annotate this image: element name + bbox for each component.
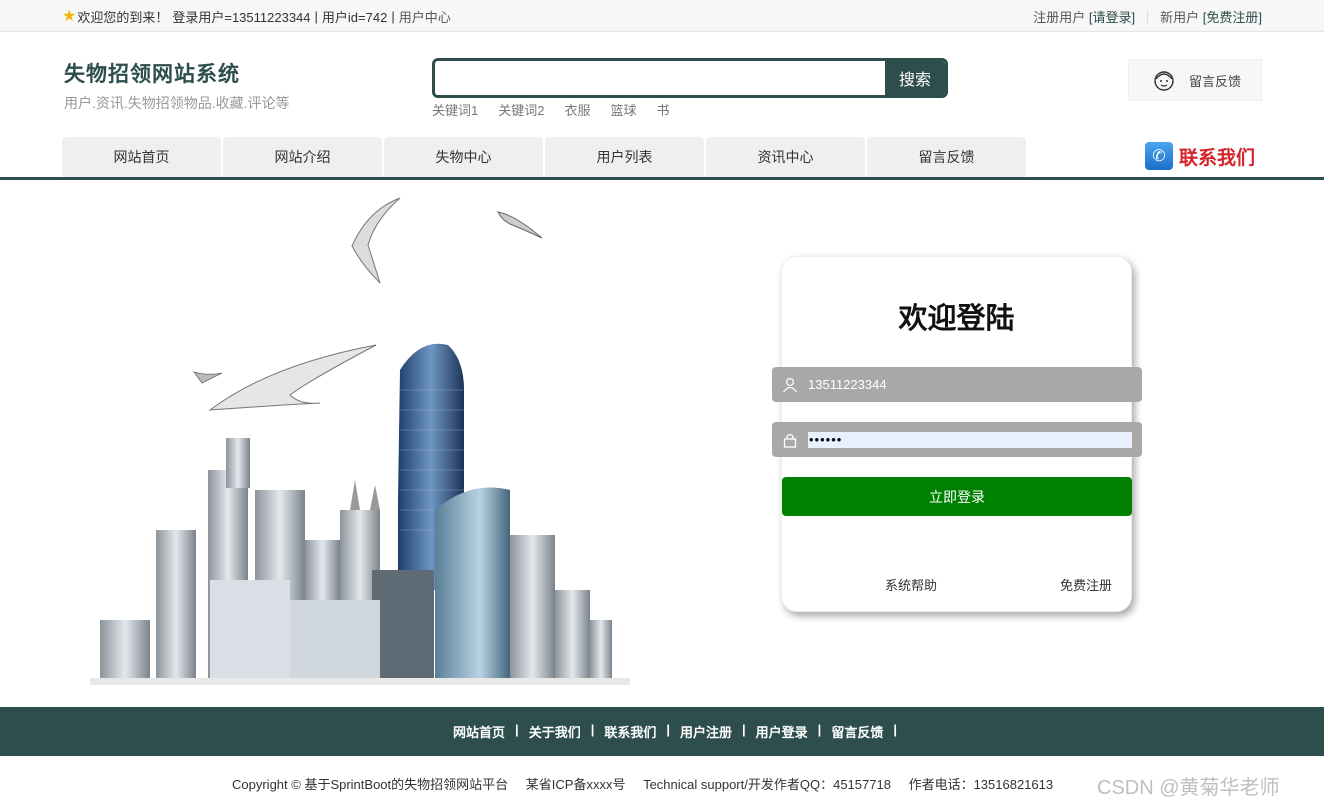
nav-item-about[interactable]: 网站介绍 bbox=[223, 137, 382, 177]
user-id-text: 用户id=742 bbox=[321, 10, 388, 25]
icp-text: 某省ICP备xxxx号 bbox=[525, 777, 626, 792]
user-icon bbox=[772, 377, 808, 393]
register-user-label: 注册用户 bbox=[1033, 10, 1086, 25]
username-field[interactable]: 13511223344 bbox=[772, 367, 1142, 402]
contact-us-label: 联系我们 bbox=[1179, 147, 1256, 169]
keyword-link[interactable]: 衣服 bbox=[564, 100, 590, 119]
separator: | bbox=[742, 722, 746, 737]
register-link[interactable]: 免费注册 bbox=[1060, 575, 1112, 594]
footer-link-contact[interactable]: 联系我们 bbox=[604, 722, 656, 741]
password-input[interactable]: •••••• bbox=[808, 431, 1132, 448]
nav-item-lost-center[interactable]: 失物中心 bbox=[384, 137, 543, 177]
search-bar: 搜索 bbox=[432, 58, 948, 98]
csdn-watermark: CSDN @黄菊华老师 bbox=[1097, 777, 1280, 799]
lock-icon bbox=[772, 432, 808, 448]
customer-service-icon bbox=[1154, 71, 1174, 91]
main-nav: 网站首页 网站介绍 失物中心 用户列表 资讯中心 留言反馈 bbox=[62, 137, 1028, 177]
account-links: 注册用户 [请登录] 新用户 [免费注册] bbox=[1033, 7, 1262, 26]
search-button[interactable]: 搜索 bbox=[885, 61, 945, 95]
username-value[interactable]: 13511223344 bbox=[808, 377, 887, 392]
copyright-text: Copyright © 基于SprintBoot的失物招领网站平台 bbox=[232, 777, 509, 792]
nav-item-feedback[interactable]: 留言反馈 bbox=[867, 137, 1026, 177]
nav-item-news[interactable]: 资讯中心 bbox=[706, 137, 865, 177]
separator: | bbox=[314, 9, 318, 24]
user-center-link[interactable]: 用户中心 bbox=[399, 7, 451, 26]
footer-link-home[interactable]: 网站首页 bbox=[453, 722, 505, 741]
new-user-label: 新用户 bbox=[1160, 10, 1200, 25]
footer-link-login[interactable]: 用户登录 bbox=[756, 722, 808, 741]
footer-link-about[interactable]: 关于我们 bbox=[529, 722, 581, 741]
keyword-link[interactable]: 篮球 bbox=[610, 100, 636, 119]
login-card: 欢迎登陆 13511223344 •••••• 立即登录 系统帮助 免费注册 bbox=[772, 256, 1142, 612]
separator: | bbox=[590, 722, 595, 737]
footer-link-register[interactable]: 用户注册 bbox=[680, 722, 732, 741]
keyword-link[interactable]: 关键词2 bbox=[498, 100, 544, 119]
separator: | bbox=[666, 722, 670, 737]
star-icon: ★ bbox=[62, 7, 77, 25]
separator: | bbox=[817, 722, 822, 737]
nav-item-home[interactable]: 网站首页 bbox=[62, 137, 221, 177]
nav-divider bbox=[0, 177, 1324, 180]
divider bbox=[1147, 9, 1149, 24]
contact-us-banner[interactable]: ✆ 联系我们 bbox=[1145, 142, 1255, 170]
feedback-label: 留言反馈 bbox=[1189, 73, 1242, 89]
separator: | bbox=[515, 722, 519, 737]
hot-keywords: 关键词1 关键词2 衣服 篮球 书 bbox=[432, 100, 690, 119]
site-subtitle: 用户.资讯.失物招领物品.收藏.评论等 bbox=[64, 95, 290, 111]
top-bar: ★ 欢迎您的到来！ 登录用户=13511223344 | 用户id=742 | … bbox=[0, 0, 1324, 32]
login-button[interactable]: 立即登录 bbox=[782, 477, 1132, 516]
search-input[interactable] bbox=[435, 61, 885, 95]
welcome-text: 欢迎您的到来！ bbox=[77, 10, 169, 25]
keyword-link[interactable]: 关键词1 bbox=[432, 100, 478, 119]
phone-text: 作者电话：13516821613 bbox=[908, 777, 1054, 792]
nav-item-users[interactable]: 用户列表 bbox=[545, 137, 704, 177]
support-text: Technical support/开发作者QQ：45157718 bbox=[643, 777, 891, 792]
city-skyline-illustration bbox=[90, 197, 630, 685]
feedback-button[interactable]: 留言反馈 bbox=[1128, 59, 1262, 101]
site-brand: 失物招领网站系统 用户.资讯.失物招领物品.收藏.评论等 bbox=[64, 58, 290, 113]
site-title[interactable]: 失物招领网站系统 bbox=[64, 58, 290, 88]
login-link[interactable]: [请登录] bbox=[1089, 7, 1135, 26]
footer-links: 网站首页 | 关于我们 | 联系我们 | 用户注册 | 用户登录 | 留言反馈 | bbox=[443, 722, 897, 741]
separator: | bbox=[391, 9, 395, 24]
keyword-link[interactable]: 书 bbox=[657, 100, 670, 119]
login-user-text: 登录用户=13511223344 bbox=[172, 10, 311, 25]
login-title: 欢迎登陆 bbox=[898, 303, 1015, 335]
system-help-link[interactable]: 系统帮助 bbox=[885, 575, 937, 594]
welcome-area: ★ 欢迎您的到来！ 登录用户=13511223344 | 用户id=742 | … bbox=[62, 7, 451, 26]
phone-icon: ✆ bbox=[1145, 142, 1173, 170]
password-field[interactable]: •••••• bbox=[772, 422, 1142, 457]
footer-nav: 网站首页 | 关于我们 | 联系我们 | 用户注册 | 用户登录 | 留言反馈 | bbox=[0, 707, 1324, 756]
copyright-line: Copyright © 基于SprintBoot的失物招领网站平台 某省ICP备… bbox=[232, 774, 1067, 793]
free-register-link[interactable]: [免费注册] bbox=[1203, 7, 1262, 26]
footer-link-feedback[interactable]: 留言反馈 bbox=[831, 722, 883, 741]
separator: | bbox=[893, 722, 897, 737]
